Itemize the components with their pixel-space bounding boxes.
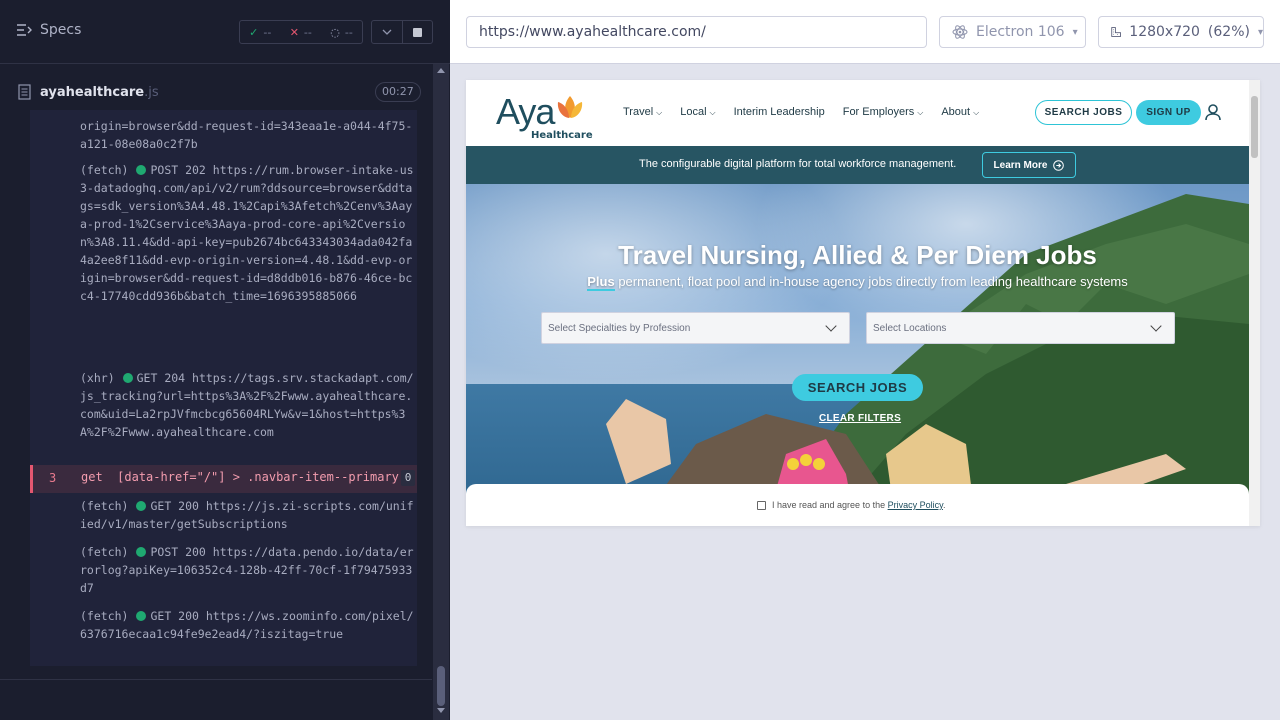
sign-up-button[interactable]: SIGN UP <box>1136 100 1201 125</box>
reporter-scrollbar[interactable] <box>433 64 449 720</box>
run-controls <box>371 20 433 44</box>
chevron-down-icon <box>382 29 392 35</box>
reporter-header: Specs ✓ -- ✕ -- ◌ -- <box>0 0 450 64</box>
app-under-test-panel: https://www.ayahealthcare.com/ Electron … <box>450 0 1280 720</box>
nav-for-employers[interactable]: For Employers ⌵ <box>843 106 924 118</box>
document-icon <box>18 84 31 100</box>
aut-header: https://www.ayahealthcare.com/ Electron … <box>450 0 1280 64</box>
aya-logo[interactable]: Aya Healthcare <box>496 91 593 142</box>
specs-button[interactable]: Specs <box>16 22 81 38</box>
reporter-divider <box>0 679 432 680</box>
chevron-down-icon: ▾ <box>1072 26 1078 38</box>
log-entry[interactable]: (fetch) POST 200 https://data.pendo.io/da… <box>80 543 415 597</box>
arrow-circle-right-icon <box>1053 159 1065 171</box>
log-entry[interactable]: (fetch) GET 200 https://js.zi-scripts.com… <box>80 497 415 533</box>
promo-text: The configurable digital platform for to… <box>639 158 957 170</box>
spec-file-row[interactable]: ayahealthcare.js 00:27 <box>0 74 432 114</box>
status-dot-icon <box>136 611 147 621</box>
status-dot-icon <box>136 547 147 557</box>
chevron-down-icon: ⌵ <box>656 108 663 117</box>
consent-text: I have read and agree to the Privacy Pol… <box>772 500 946 510</box>
chevron-down-icon: ⌵ <box>973 108 980 117</box>
stop-button[interactable] <box>403 21 433 43</box>
learn-more-button[interactable]: Learn More <box>982 152 1076 178</box>
page-scrollbar[interactable] <box>1249 80 1260 526</box>
spec-file-ext: .js <box>144 85 159 100</box>
check-icon: ✓ <box>249 25 259 39</box>
command-number: 3 <box>49 471 57 485</box>
scroll-up-icon[interactable] <box>437 68 445 73</box>
nav-local[interactable]: Local ⌵ <box>680 106 715 118</box>
chevron-down-icon: ▾ <box>1257 26 1263 38</box>
command-log: origin=browser&dd-request-id=343eaa1e-a0… <box>30 110 417 666</box>
command-log-panel: Specs ✓ -- ✕ -- ◌ -- ayahealthcare.js 00:27… <box>0 0 450 720</box>
hero-background-image <box>606 194 1249 526</box>
hero-title: Travel Nursing, Allied & Per Diem Jobs <box>618 240 1097 270</box>
hero-subtitle: Plus permanent, float pool and in-house … <box>587 274 1128 291</box>
consent-row: I have read and agree to the Privacy Pol… <box>757 500 945 510</box>
status-dot-icon <box>136 165 147 175</box>
lotus-icon <box>557 96 583 118</box>
viewport-zoom: (62%) <box>1207 24 1250 40</box>
electron-icon <box>952 25 968 39</box>
viewport-info[interactable]: 1280x720 (62%) ▾ <box>1098 16 1264 48</box>
promo-banner: The configurable digital platform for to… <box>466 146 1249 184</box>
log-entry[interactable]: (xhr) GET 204 https://tags.srv.stackadapt… <box>80 369 415 441</box>
hero-search-jobs-button[interactable]: SEARCH JOBS <box>792 374 923 401</box>
log-entry[interactable]: origin=browser&dd-request-id=343eaa1e-a0… <box>80 117 415 153</box>
browser-selector[interactable]: Electron 106 ▾ <box>939 16 1086 48</box>
failed-stat: ✕ -- <box>289 25 312 39</box>
chevron-down-icon: ⌵ <box>709 108 716 117</box>
site-nav-links: Travel ⌵ Local ⌵ Interim Leadership For Em… <box>623 106 979 118</box>
spinner-icon: ◌ <box>330 25 340 39</box>
user-icon[interactable] <box>1205 103 1221 121</box>
scrollbar-thumb[interactable] <box>1251 96 1258 158</box>
x-icon: ✕ <box>289 25 299 39</box>
consent-checkbox[interactable] <box>757 500 766 510</box>
scroll-down-icon[interactable] <box>437 708 445 713</box>
test-stats: ✓ -- ✕ -- ◌ -- <box>239 20 363 44</box>
passed-stat: ✓ -- <box>249 25 272 39</box>
nav-travel[interactable]: Travel ⌵ <box>623 106 662 118</box>
specs-list-icon <box>17 24 32 36</box>
chevron-down-icon <box>1150 320 1162 332</box>
spec-file-name: ayahealthcare.js <box>40 85 159 100</box>
clear-filters-link[interactable]: CLEAR FILTERS <box>819 413 901 424</box>
logo-wordmark: Aya <box>496 91 555 132</box>
chevron-down-icon: ⌵ <box>917 108 924 117</box>
location-select[interactable]: Select Locations <box>866 312 1175 344</box>
command-text: get [data-href="/"] > .navbar-item--prim… <box>81 470 399 484</box>
nav-interim-leadership[interactable]: Interim Leadership <box>734 106 825 118</box>
expand-dropdown-button[interactable] <box>372 21 403 43</box>
pending-stat: ◌ -- <box>330 25 353 39</box>
specialty-select[interactable]: Select Specialties by Profession <box>541 312 850 344</box>
browser-name: Electron 106 <box>976 24 1065 40</box>
hero-section: Travel Nursing, Allied & Per Diem Jobs P… <box>466 184 1249 526</box>
status-dot-icon <box>136 501 147 511</box>
logo-subtitle: Healthcare <box>531 130 593 141</box>
log-entry[interactable]: (fetch) GET 200 https://ws.zoominfo.com/p… <box>80 607 415 643</box>
privacy-policy-link[interactable]: Privacy Policy <box>888 500 943 510</box>
ruler-icon <box>1111 27 1121 37</box>
log-entry[interactable]: (fetch) POST 202 https://rum.browser-inta… <box>80 161 415 305</box>
consent-panel: I have read and agree to the Privacy Pol… <box>466 484 1249 526</box>
stop-icon <box>412 27 422 37</box>
spec-duration: 00:27 <box>375 82 421 102</box>
aut-iframe: Aya Healthcare Travel ⌵ Local ⌵ Interim Le… <box>466 80 1260 526</box>
specs-label: Specs <box>40 22 82 38</box>
scrollbar-thumb[interactable] <box>437 666 445 706</box>
search-jobs-button[interactable]: SEARCH JOBS <box>1035 100 1132 125</box>
chevron-down-icon <box>825 320 837 332</box>
failed-command-row[interactable]: 3 get [data-href="/"] > .navbar-item--pr… <box>30 465 417 493</box>
url-bar[interactable]: https://www.ayahealthcare.com/ <box>466 16 927 48</box>
element-count-badge: 0 <box>401 470 415 486</box>
status-dot-icon <box>122 373 133 383</box>
hero-subtitle-lead: Plus <box>587 274 615 291</box>
nav-about[interactable]: About ⌵ <box>941 106 979 118</box>
site-navbar: Aya Healthcare Travel ⌵ Local ⌵ Interim Le… <box>466 80 1249 146</box>
viewport-size: 1280x720 <box>1129 24 1200 40</box>
